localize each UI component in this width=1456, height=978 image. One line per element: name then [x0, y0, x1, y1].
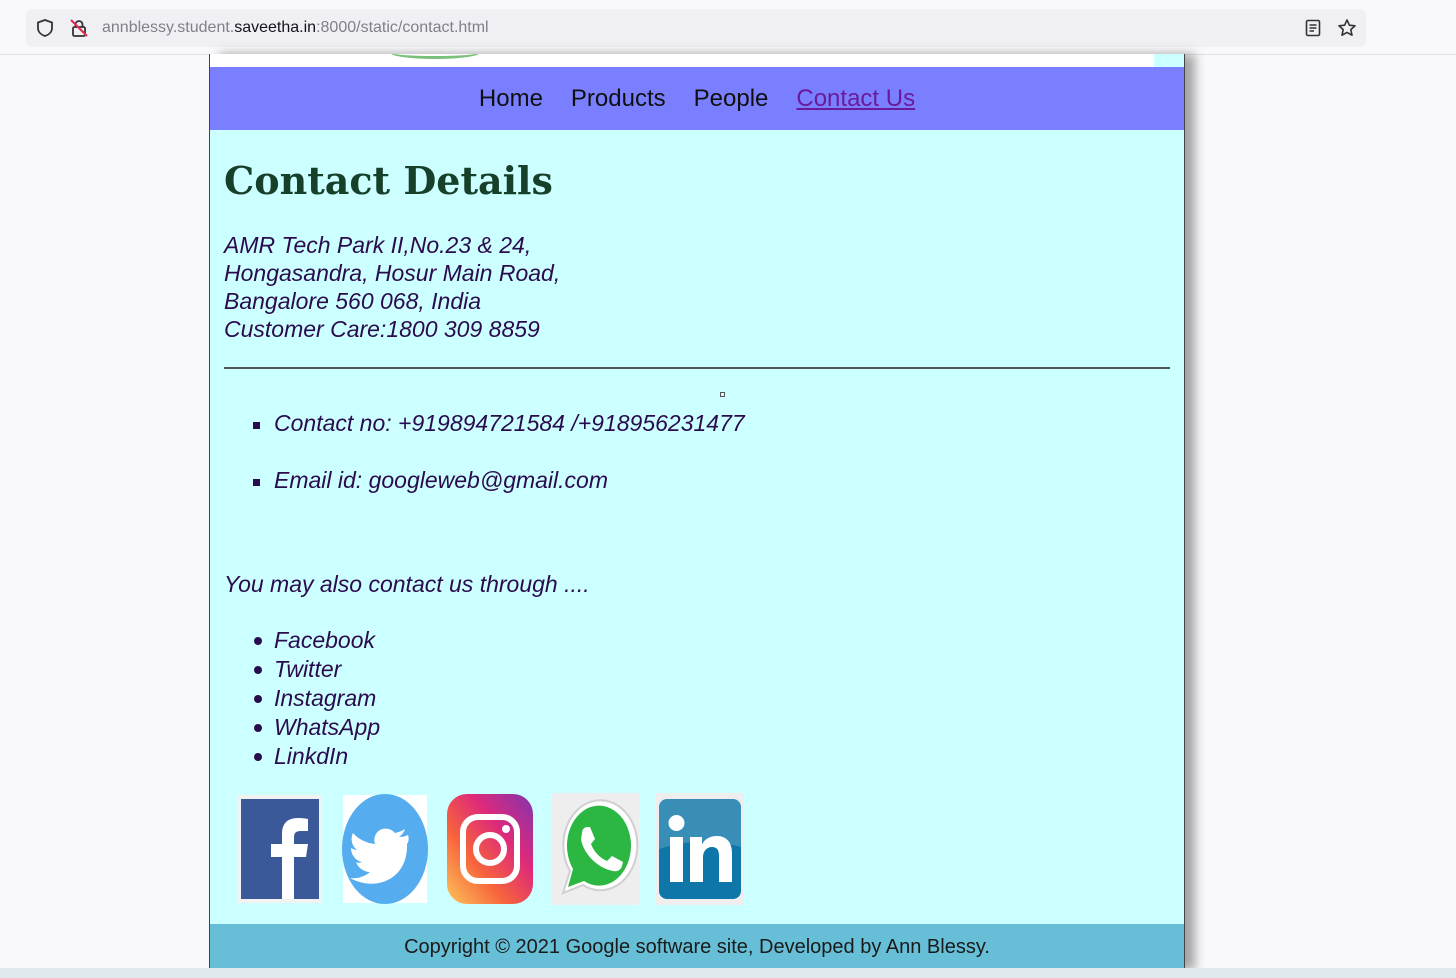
- customer-care: Customer Care:1800 309 8859: [224, 316, 540, 342]
- page-title: Contact Details: [224, 158, 553, 203]
- instagram-icon[interactable]: [446, 793, 534, 905]
- address-block: AMR Tech Park II,No.23 & 24, Hongasandra…: [224, 231, 560, 343]
- social-item-facebook: Facebook: [224, 626, 380, 655]
- twitter-icon[interactable]: [341, 793, 429, 905]
- browser-toolbar: annblessy.student.saveetha.in:8000/stati…: [0, 0, 1456, 55]
- address-line: AMR Tech Park II,No.23 & 24,: [224, 232, 532, 258]
- contact-list: Contact no: +919894721584 /+918956231477…: [224, 410, 745, 524]
- insecure-lock-icon[interactable]: [69, 18, 89, 38]
- web-page: Home Products People Contact Us Contact Det…: [209, 54, 1185, 970]
- address-bar[interactable]: annblessy.student.saveetha.in:8000/stati…: [26, 9, 1366, 47]
- nav-contact-us[interactable]: Contact Us: [796, 85, 915, 112]
- url-text[interactable]: annblessy.student.saveetha.in:8000/stati…: [102, 19, 489, 37]
- social-item-instagram: Instagram: [224, 684, 380, 713]
- also-contact-text: You may also contact us through ....: [224, 571, 590, 597]
- linkedin-icon[interactable]: [656, 793, 744, 905]
- social-list: Facebook Twitter Instagram WhatsApp Link…: [224, 626, 380, 771]
- bookmark-star-icon[interactable]: [1337, 18, 1357, 38]
- contact-phone: Contact no: +919894721584 /+918956231477: [224, 410, 745, 467]
- facebook-icon[interactable]: [236, 793, 324, 905]
- footer-copyright: Copyright © 2021 Google software site, D…: [404, 936, 990, 958]
- header-banner: [210, 54, 1154, 67]
- address-line: Hongasandra, Hosur Main Road,: [224, 260, 561, 286]
- banner-logo-fragment: [390, 54, 480, 59]
- contact-email: Email id: googleweb@gmail.com: [224, 467, 745, 524]
- reader-view-icon[interactable]: [1303, 18, 1323, 38]
- divider: [224, 367, 1170, 369]
- social-item-twitter: Twitter: [224, 655, 380, 684]
- social-item-linkedin: LinkdIn: [224, 742, 380, 771]
- footer: Copyright © 2021 Google software site, D…: [210, 924, 1184, 970]
- main-nav: Home Products People Contact Us: [210, 67, 1184, 130]
- broken-image-marker: [720, 392, 725, 397]
- nav-home[interactable]: Home: [479, 85, 543, 112]
- bottom-edge: [0, 968, 1456, 978]
- nav-people[interactable]: People: [694, 85, 769, 112]
- nav-products[interactable]: Products: [571, 85, 666, 112]
- whatsapp-icon[interactable]: [551, 793, 639, 905]
- address-line: Bangalore 560 068, India: [224, 288, 482, 314]
- shield-icon[interactable]: [35, 18, 55, 38]
- social-item-whatsapp: WhatsApp: [224, 713, 380, 742]
